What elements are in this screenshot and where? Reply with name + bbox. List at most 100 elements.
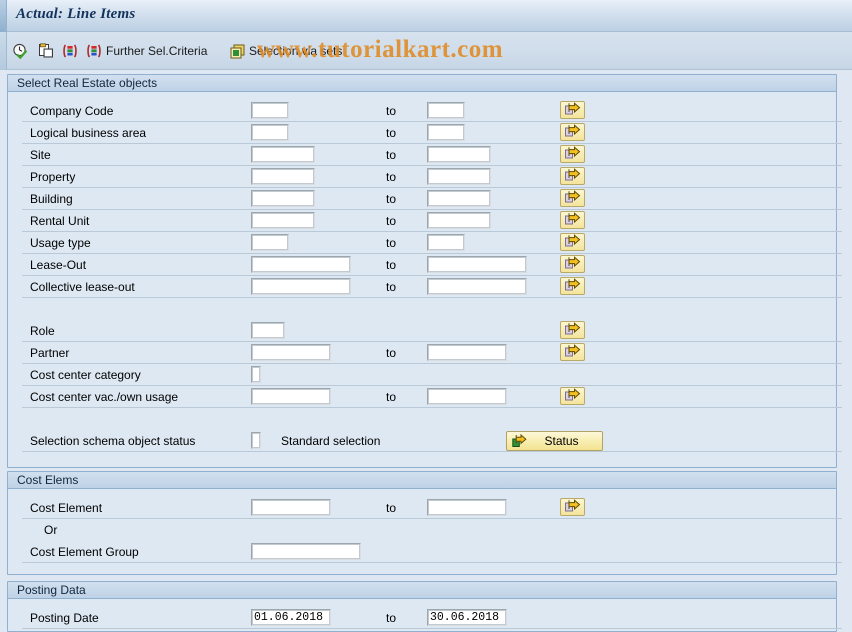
multiple-selection-button[interactable]	[560, 277, 585, 295]
row-divider	[22, 363, 842, 364]
multiple-selection-button[interactable]	[560, 498, 585, 516]
field-label: Cost center category	[30, 368, 141, 382]
field-input-from[interactable]	[251, 190, 315, 207]
page-title: Actual: Line Items	[16, 6, 136, 22]
arrow-right-icon	[564, 146, 581, 162]
arrow-right-icon	[564, 344, 581, 360]
field-input-to[interactable]	[427, 146, 491, 163]
form-row: Usage type to	[8, 233, 842, 254]
multiple-selection-button[interactable]	[560, 387, 585, 405]
field-input-from[interactable]	[251, 499, 331, 516]
row-divider	[22, 253, 842, 254]
field-input-from[interactable]	[251, 543, 361, 560]
arrow-right-icon	[564, 124, 581, 140]
field-input-to[interactable]	[427, 256, 527, 273]
field-input-from[interactable]	[251, 388, 331, 405]
selection-schema-description: Standard selection	[281, 434, 381, 448]
selection-schema-row: Selection schema object status Standard s…	[8, 431, 842, 452]
field-input-from[interactable]	[251, 168, 315, 185]
field-label: Lease-Out	[30, 258, 87, 272]
multiple-selection-button[interactable]	[560, 145, 585, 163]
row-divider	[22, 341, 842, 342]
field-label: Cost Element	[30, 501, 103, 515]
to-label: to	[386, 214, 397, 228]
status-button[interactable]: Status	[506, 431, 603, 451]
field-input-to[interactable]	[427, 278, 527, 295]
toolbar-button-execute[interactable]	[10, 32, 30, 70]
form-row: Collective lease-out to	[8, 277, 842, 298]
multiple-selection-button[interactable]	[560, 343, 585, 361]
toolbar-button-copy[interactable]	[36, 32, 56, 70]
field-input-from[interactable]	[251, 366, 261, 383]
toolbar-accent-bar	[0, 32, 7, 70]
form-row: Posting Date 01.06.2018 to 30.06.2018	[8, 608, 842, 629]
arrow-right-icon	[564, 168, 581, 184]
field-label: Property	[30, 170, 76, 184]
field-input-from[interactable]	[251, 124, 289, 141]
or-label: Or	[44, 523, 58, 537]
row-divider	[22, 231, 842, 232]
multiple-selection-icon	[86, 44, 102, 58]
multiple-selection-button[interactable]	[560, 189, 585, 207]
form-row: Site to	[8, 145, 842, 166]
field-label: Building	[30, 192, 73, 206]
multiple-selection-button[interactable]	[560, 211, 585, 229]
selection-schema-input[interactable]	[251, 432, 261, 449]
toolbar-button-multiple-selection[interactable]	[60, 32, 80, 70]
field-input-to[interactable]	[427, 388, 507, 405]
field-input-to[interactable]	[427, 190, 491, 207]
field-input-from[interactable]	[251, 212, 315, 229]
toolbar-button-further-sel-criteria[interactable]: Further Sel.Criteria	[84, 32, 209, 70]
field-input-to[interactable]	[427, 234, 465, 251]
row-divider	[22, 451, 842, 452]
field-input-from[interactable]	[251, 146, 315, 163]
row-divider	[22, 562, 842, 563]
to-label: to	[386, 611, 397, 625]
to-label: to	[386, 346, 397, 360]
field-label: Site	[30, 148, 51, 162]
field-input-from[interactable]	[251, 344, 331, 361]
arrow-right-icon	[564, 322, 581, 338]
row-divider	[22, 187, 842, 188]
field-input-to[interactable]	[427, 168, 491, 185]
field-input-to[interactable]	[427, 499, 507, 516]
row-divider	[22, 518, 842, 519]
multiple-selection-button[interactable]	[560, 167, 585, 185]
panel-cost-elems: Cost Elems Cost Element to Or Cost Element …	[7, 471, 842, 575]
field-input-from[interactable]: 01.06.2018	[251, 609, 331, 626]
multiple-selection-button[interactable]	[560, 123, 585, 141]
field-input-from[interactable]	[251, 278, 351, 295]
row-divider	[22, 407, 842, 408]
multiple-selection-button[interactable]	[560, 101, 585, 119]
field-input-from[interactable]	[251, 234, 289, 251]
toolbar-button-selection-via-sets[interactable]: Selection via sets	[228, 32, 344, 70]
panel-title-cost-elems: Cost Elems	[8, 472, 836, 489]
sets-icon	[230, 44, 245, 59]
to-label: to	[386, 258, 397, 272]
field-input-to[interactable]	[427, 102, 465, 119]
form-row: Cost Element to	[8, 498, 842, 519]
multiple-selection-button[interactable]	[560, 255, 585, 273]
selection-schema-label: Selection schema object status	[30, 434, 196, 448]
multiple-selection-button[interactable]	[560, 233, 585, 251]
multiple-selection-button[interactable]	[560, 321, 585, 339]
panel-select-real-estate-objects: Select Real Estate objects Company Code t…	[7, 74, 842, 468]
panel-title-real-estate: Select Real Estate objects	[8, 75, 836, 92]
field-input-to[interactable]	[427, 344, 507, 361]
form-row: Rental Unit to	[8, 211, 842, 232]
field-label: Usage type	[30, 236, 91, 250]
field-input-to[interactable]	[427, 124, 465, 141]
field-input-from[interactable]	[251, 322, 285, 339]
row-divider	[22, 628, 842, 629]
status-arrow-icon	[507, 434, 527, 448]
clock-check-icon	[12, 43, 28, 60]
field-input-to[interactable]: 30.06.2018	[427, 609, 507, 626]
multiple-selection-icon	[62, 44, 78, 58]
copy-icon	[38, 43, 54, 59]
field-label: Role	[30, 324, 55, 338]
arrow-right-icon	[564, 234, 581, 250]
or-row: Or	[8, 520, 836, 541]
field-input-to[interactable]	[427, 212, 491, 229]
field-input-from[interactable]	[251, 256, 351, 273]
field-input-from[interactable]	[251, 102, 289, 119]
